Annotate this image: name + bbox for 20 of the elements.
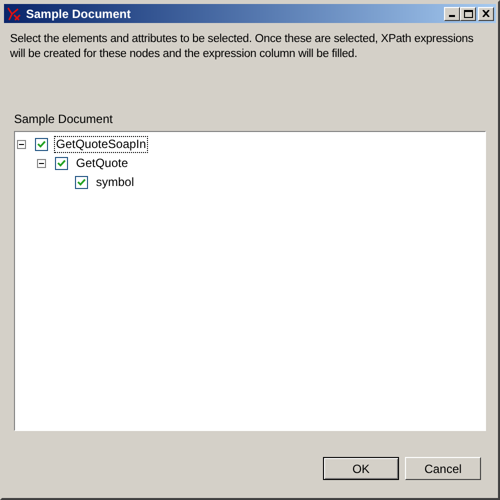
collapse-icon[interactable] (37, 159, 46, 168)
minimize-button[interactable] (444, 6, 460, 20)
dialog-button[interactable]: Cancel (405, 457, 481, 480)
checkbox[interactable] (55, 157, 68, 170)
tree-item[interactable]: symbol (94, 174, 136, 191)
checkbox[interactable] (35, 138, 48, 151)
maximize-icon (464, 10, 472, 18)
close-icon (482, 10, 490, 17)
tree-item[interactable]: GetQuoteSoapIn (54, 136, 148, 153)
checkbox[interactable] (75, 176, 88, 189)
collapse-icon[interactable] (17, 140, 26, 149)
minimize-icon (449, 15, 455, 17)
description-text: Select the elements and attributes to be selected. Once these are selected, XPath expressions will be created for these nodes and the expression column will be filled. (10, 32, 474, 62)
dialog-button[interactable]: OK (323, 457, 399, 480)
close-button[interactable] (478, 6, 494, 20)
maximize-button[interactable] (460, 6, 476, 20)
app-icon (6, 6, 22, 22)
window-title: Sample Document (26, 6, 131, 22)
tree-item[interactable]: GetQuote (74, 155, 130, 172)
tree-label: Sample Document (14, 112, 114, 127)
